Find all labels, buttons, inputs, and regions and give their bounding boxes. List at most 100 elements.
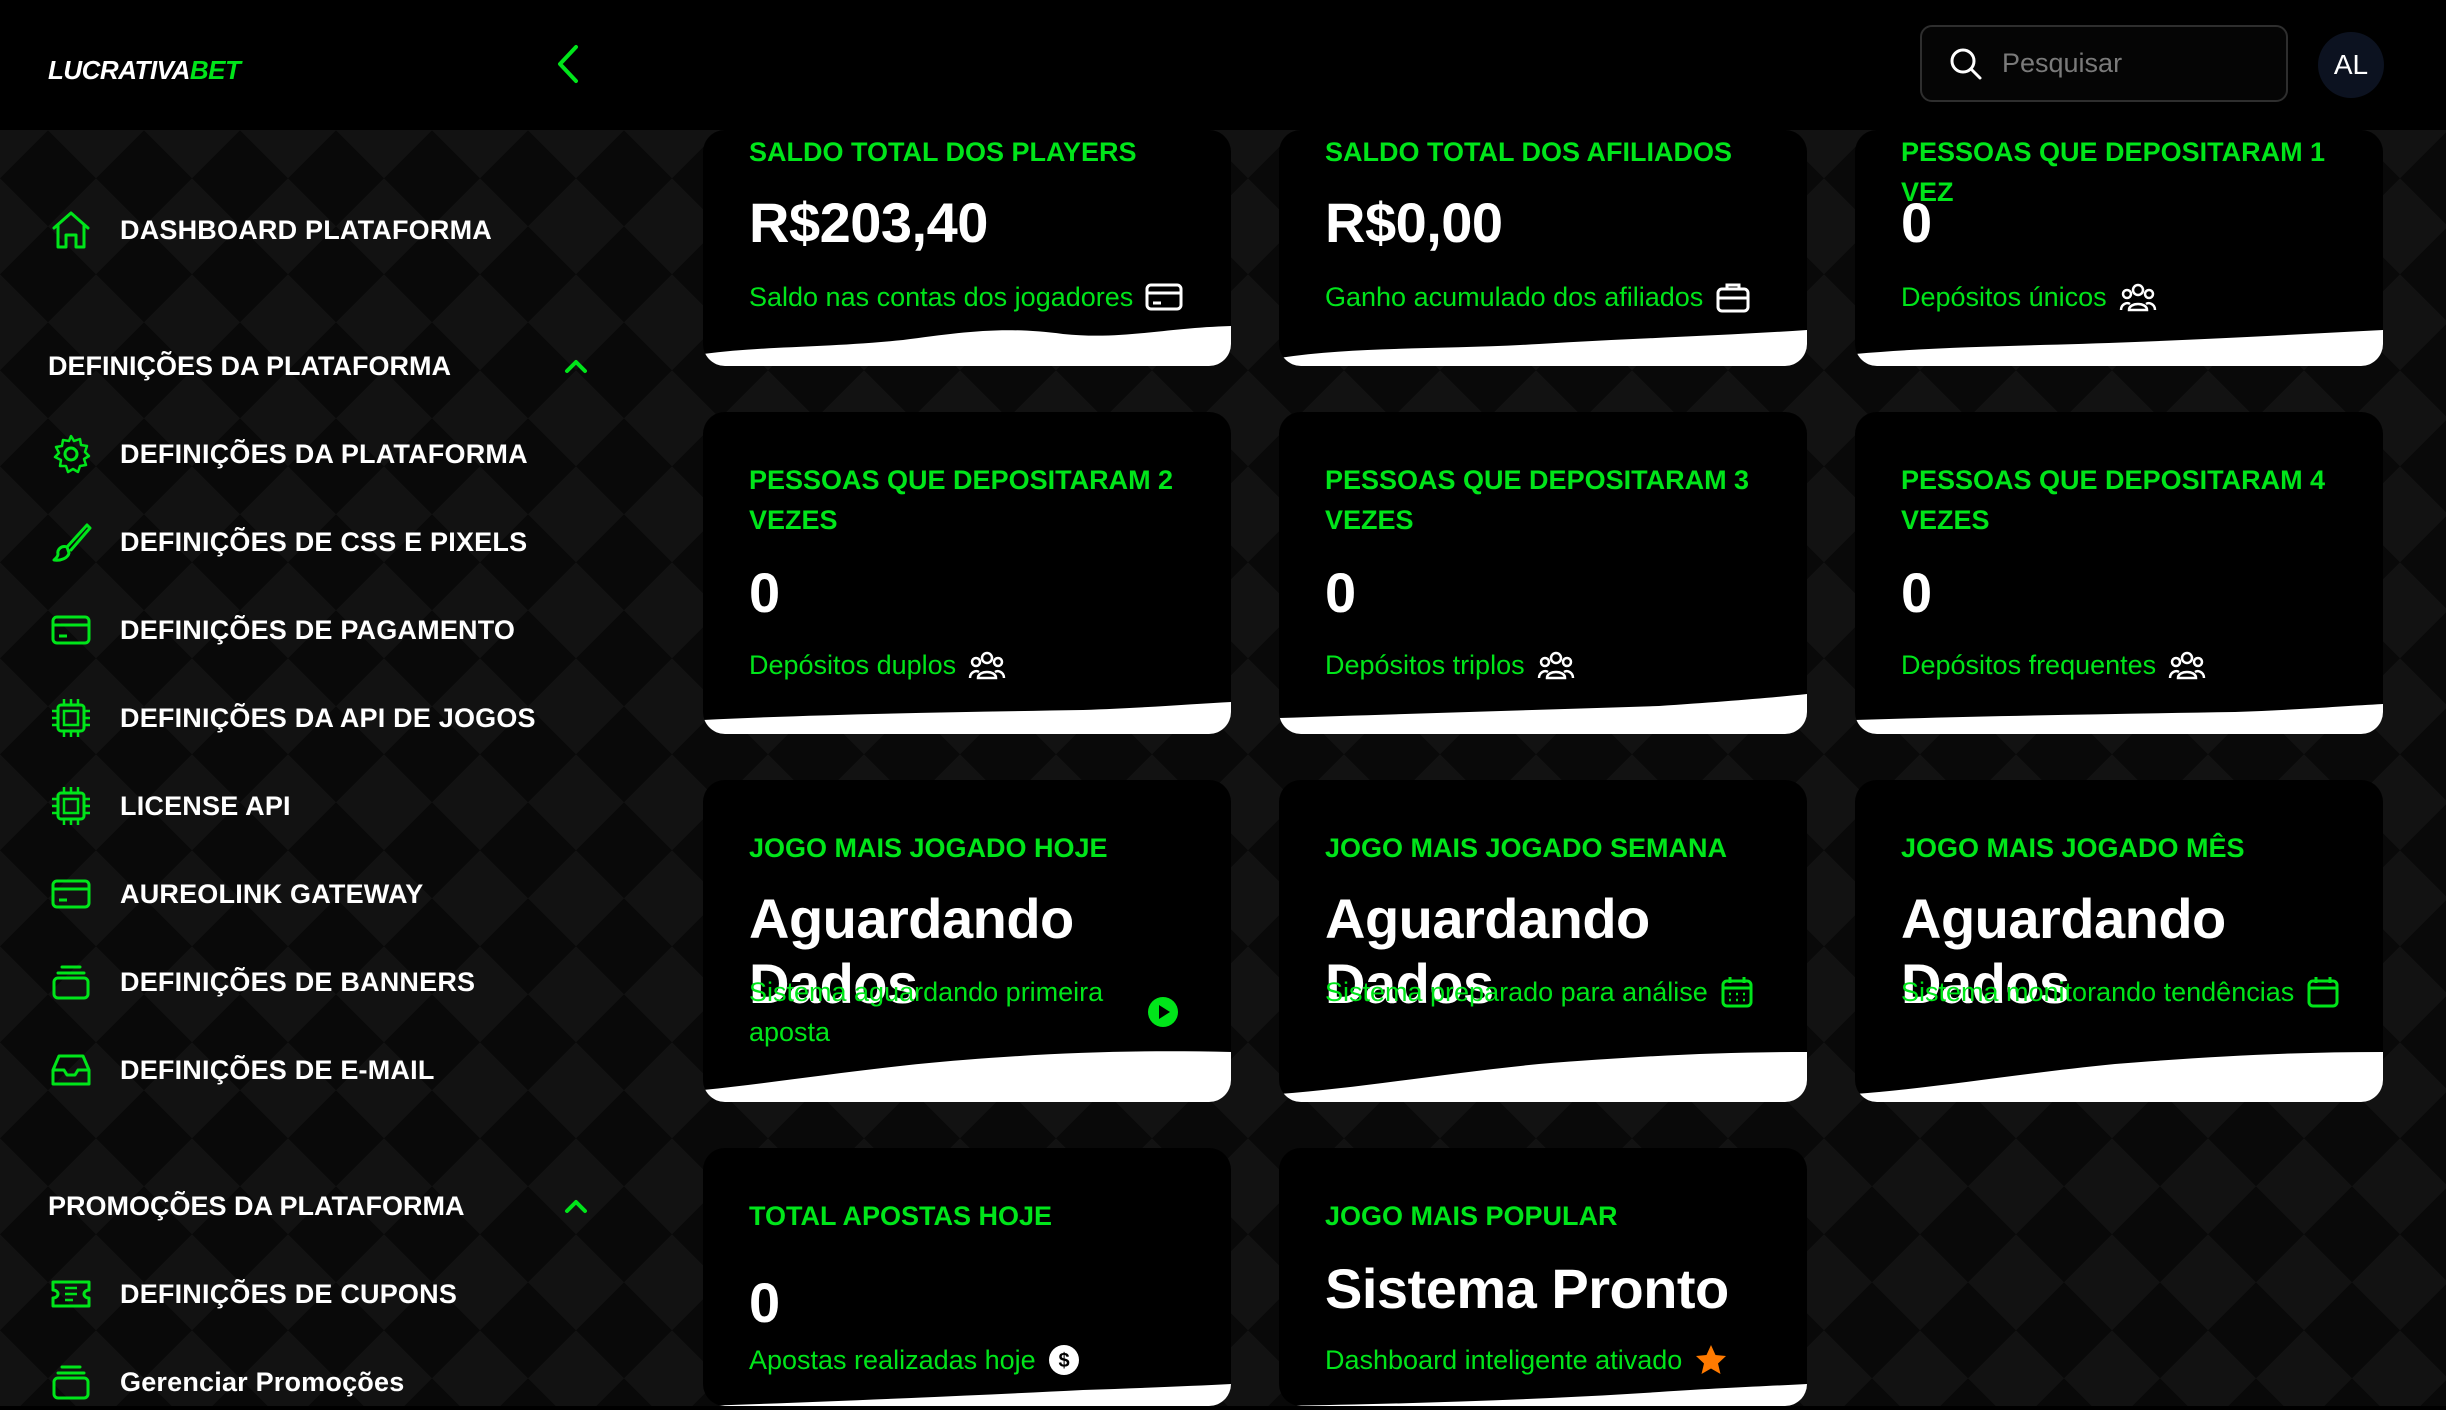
search-box[interactable] — [1920, 25, 2288, 102]
stat-card-total-bets-today: TOTAL APOSTAS HOJE 0 Apostas realizadas … — [703, 1148, 1231, 1406]
section-header-plataforma[interactable]: DEFINIÇÕES DA PLATAFORMA — [48, 338, 588, 394]
card-subtitle-text: Depósitos frequentes — [1901, 650, 2157, 680]
card-subtitle: Sistema aguardando primeira aposta — [749, 972, 1169, 1052]
card-title: PESSOAS QUE DEPOSITARAM 1 VEZ — [1901, 137, 2326, 207]
stat-card-most-popular-game: JOGO MAIS POPULAR Sistema Pronto Dashboa… — [1279, 1148, 1807, 1406]
search-icon — [1950, 48, 1982, 79]
chip-icon — [48, 783, 94, 829]
sidebar-item-label: AUREOLINK GATEWAY — [120, 878, 424, 909]
sidebar-item-games-api[interactable]: DEFINIÇÕES DA API DE JOGOS — [48, 690, 536, 746]
sidebar-item-aureolink-gateway[interactable]: AUREOLINK GATEWAY — [48, 866, 423, 922]
card-wave-decoration — [1855, 1052, 2383, 1102]
card-title: TOTAL APOSTAS HOJE — [749, 1201, 1053, 1231]
play-circle-icon — [1147, 996, 1179, 1033]
chevron-up-icon — [565, 1200, 587, 1213]
card-subtitle-text: Sistema preparado para análise — [1325, 977, 1708, 1007]
card-title: JOGO MAIS JOGADO SEMANA — [1325, 833, 1728, 863]
sidebar-item-label: DEFINIÇÕES DE PAGAMENTO — [120, 614, 516, 645]
card-wave-decoration — [703, 1384, 1231, 1406]
stat-card-deposited-once: PESSOAS QUE DEPOSITARAM 1 VEZ 0 Depósito… — [1855, 130, 2383, 366]
card-subtitle-text: Sistema monitorando tendências — [1901, 977, 2295, 1007]
sidebar-item-payment[interactable]: DEFINIÇÕES DE PAGAMENTO — [48, 602, 515, 658]
users-icon — [1537, 648, 1575, 682]
users-icon — [968, 648, 1006, 682]
sidebar-item-dashboard[interactable]: DASHBOARD PLATAFORMA — [48, 202, 492, 258]
inbox-icon — [48, 1047, 94, 1093]
sidebar-item-label: DEFINIÇÕES DE E-MAIL — [120, 1054, 435, 1085]
sidebar-item-coupons[interactable]: DEFINIÇÕES DE CUPONS — [48, 1266, 457, 1322]
logo-text-primary: LUCRATIVA — [48, 54, 190, 85]
sidebar-item-label: DEFINIÇÕES DA API DE JOGOS — [120, 702, 536, 733]
card-value: 0 — [749, 561, 780, 624]
card-wave-decoration — [1279, 1052, 1807, 1102]
stat-card-affiliates-balance: SALDO TOTAL DOS AFILIADOS R$0,00 Ganho a… — [1279, 130, 1807, 366]
card-subtitle: Sistema monitorando tendências — [1901, 972, 2340, 1012]
top-bar: LUCRATIVABET AL — [0, 0, 2446, 130]
card-title: SALDO TOTAL DOS AFILIADOS — [1325, 137, 1733, 167]
stack-icon — [48, 959, 94, 1005]
card-title: SALDO TOTAL DOS PLAYERS — [749, 137, 1137, 167]
sidebar-item-label: DEFINIÇÕES DA PLATAFORMA — [120, 438, 528, 469]
card-wave-decoration — [1279, 694, 1807, 734]
calendar-icon — [1720, 975, 1754, 1009]
card-value: R$203,40 — [749, 191, 988, 254]
sidebar: DASHBOARD PLATAFORMA DEFINIÇÕES DA PLATA… — [0, 130, 640, 1406]
stat-card-players-balance: SALDO TOTAL DOS PLAYERS R$203,40 Saldo n… — [703, 130, 1231, 366]
section-label: DEFINIÇÕES DA PLATAFORMA — [48, 350, 451, 381]
card-title: PESSOAS QUE DEPOSITARAM 3 VEZES — [1325, 465, 1750, 535]
card-subtitle-text: Dashboard inteligente ativado — [1325, 1345, 1683, 1375]
sidebar-item-label: DEFINIÇÕES DE CUPONS — [120, 1278, 458, 1309]
card-wave-decoration — [1855, 330, 2383, 366]
search-input[interactable] — [2002, 48, 2272, 79]
star-icon — [1694, 1343, 1728, 1377]
card-value: R$0,00 — [1325, 191, 1503, 254]
stat-card-most-played-week: JOGO MAIS JOGADO SEMANA Aguardando Dados… — [1279, 780, 1807, 1102]
sidebar-item-promotions[interactable]: Gerenciar Promoções — [48, 1354, 404, 1410]
card-wave-decoration — [1855, 704, 2383, 734]
card-subtitle: Apostas realizadas hoje $ — [749, 1340, 1080, 1380]
card-value: 0 — [1901, 191, 1932, 254]
card-subtitle: Dashboard inteligente ativado — [1325, 1340, 1728, 1380]
sidebar-item-banners[interactable]: DEFINIÇÕES DE BANNERS — [48, 954, 475, 1010]
card-title: PESSOAS QUE DEPOSITARAM 4 VEZES — [1901, 465, 2326, 535]
sidebar-collapse-button[interactable] — [548, 38, 588, 90]
card-wave-decoration — [1279, 1384, 1807, 1406]
card-subtitle-text: Sistema aguardando primeira aposta — [749, 977, 1104, 1047]
card-wave-decoration — [703, 1051, 1231, 1102]
chevron-up-icon — [565, 360, 587, 373]
svg-text:$: $ — [1058, 1350, 1069, 1372]
logo[interactable]: LUCRATIVA BET — [48, 50, 241, 90]
sidebar-item-platform-settings[interactable]: DEFINIÇÕES DA PLATAFORMA — [48, 426, 528, 482]
sidebar-item-label: LICENSE API — [120, 790, 291, 821]
credit-card-icon — [48, 607, 94, 653]
calendar-icon — [2306, 975, 2340, 1009]
gear-icon — [48, 431, 94, 477]
card-value: 0 — [749, 1271, 780, 1334]
card-subtitle: Depósitos frequentes — [1901, 645, 2206, 685]
card-subtitle-text: Apostas realizadas hoje — [749, 1345, 1036, 1375]
card-wave-decoration — [703, 326, 1231, 366]
card-title: JOGO MAIS JOGADO MÊS — [1901, 833, 2245, 863]
stack-icon — [48, 1359, 94, 1405]
card-subtitle: Sistema preparado para análise — [1325, 972, 1754, 1012]
card-subtitle: Depósitos triplos — [1325, 645, 1575, 685]
stat-card-most-played-month: JOGO MAIS JOGADO MÊS Aguardando Dados Si… — [1855, 780, 2383, 1102]
brush-icon — [48, 519, 94, 565]
dollar-icon: $ — [1048, 1344, 1080, 1376]
users-icon — [2168, 648, 2206, 682]
sidebar-item-license-api[interactable]: LICENSE API — [48, 778, 291, 834]
chip-icon — [48, 695, 94, 741]
card-value: 0 — [1325, 561, 1356, 624]
sidebar-item-label: Gerenciar Promoções — [120, 1366, 405, 1397]
card-subtitle: Depósitos duplos — [749, 645, 1006, 685]
sidebar-item-email[interactable]: DEFINIÇÕES DE E-MAIL — [48, 1042, 435, 1098]
sidebar-item-label: DEFINIÇÕES DE CSS E PIXELS — [120, 526, 528, 557]
sidebar-item-css-pixels[interactable]: DEFINIÇÕES DE CSS E PIXELS — [48, 514, 527, 570]
card-value: Sistema Pronto — [1325, 1257, 1729, 1320]
card-title: PESSOAS QUE DEPOSITARAM 2 VEZES — [749, 465, 1174, 535]
card-wave-decoration — [703, 702, 1231, 734]
section-header-promocoes[interactable]: PROMOÇÕES DA PLATAFORMA — [48, 1178, 588, 1234]
user-avatar[interactable]: AL — [2318, 32, 2384, 98]
ticket-icon — [48, 1271, 94, 1317]
section-label: PROMOÇÕES DA PLATAFORMA — [48, 1190, 465, 1221]
